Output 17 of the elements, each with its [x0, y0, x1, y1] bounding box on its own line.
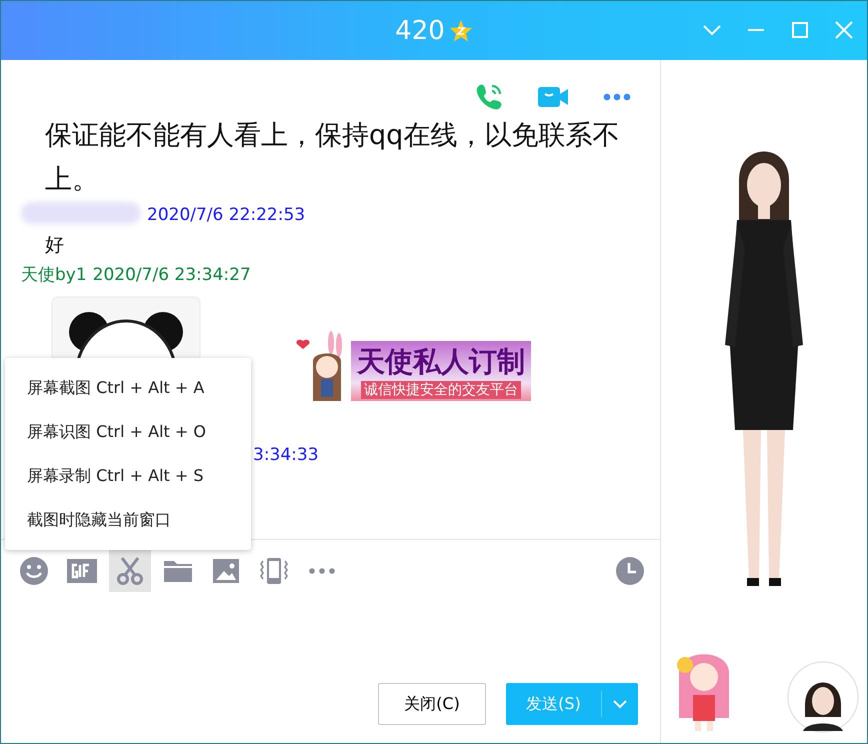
menu-item[interactable]: 屏幕截图 Ctrl + Alt + A — [5, 366, 251, 410]
sender-name: 天使by1 — [21, 264, 87, 287]
banner-subtitle: 诚信快捷安全的交友平台 — [361, 381, 521, 399]
message-text: 保证能不能有人看上，保持qq在线，以免联系不上。 — [44, 119, 620, 197]
menu-item[interactable]: 截图时隐藏当前窗口 — [5, 498, 251, 542]
message-time: 2020/7/6 23:34:27 — [92, 264, 251, 287]
menu-item[interactable]: 屏幕录制 Ctrl + Alt + S — [5, 454, 251, 498]
menu-item[interactable]: 屏幕识图 Ctrl + Alt + O — [5, 410, 251, 454]
banner-title: 天使私人订制 — [357, 344, 525, 380]
avatar-icon[interactable] — [787, 661, 859, 733]
message-time: 3:34:33 — [253, 444, 319, 467]
message-time: 2020/7/6 22:22:53 — [147, 204, 306, 227]
star-badge-icon — [448, 18, 473, 42]
history-clock-icon[interactable] — [614, 555, 646, 587]
window-title: 420 — [395, 16, 445, 46]
close-button[interactable]: 关闭(C) — [378, 683, 486, 725]
message-text: 好 — [44, 233, 65, 258]
